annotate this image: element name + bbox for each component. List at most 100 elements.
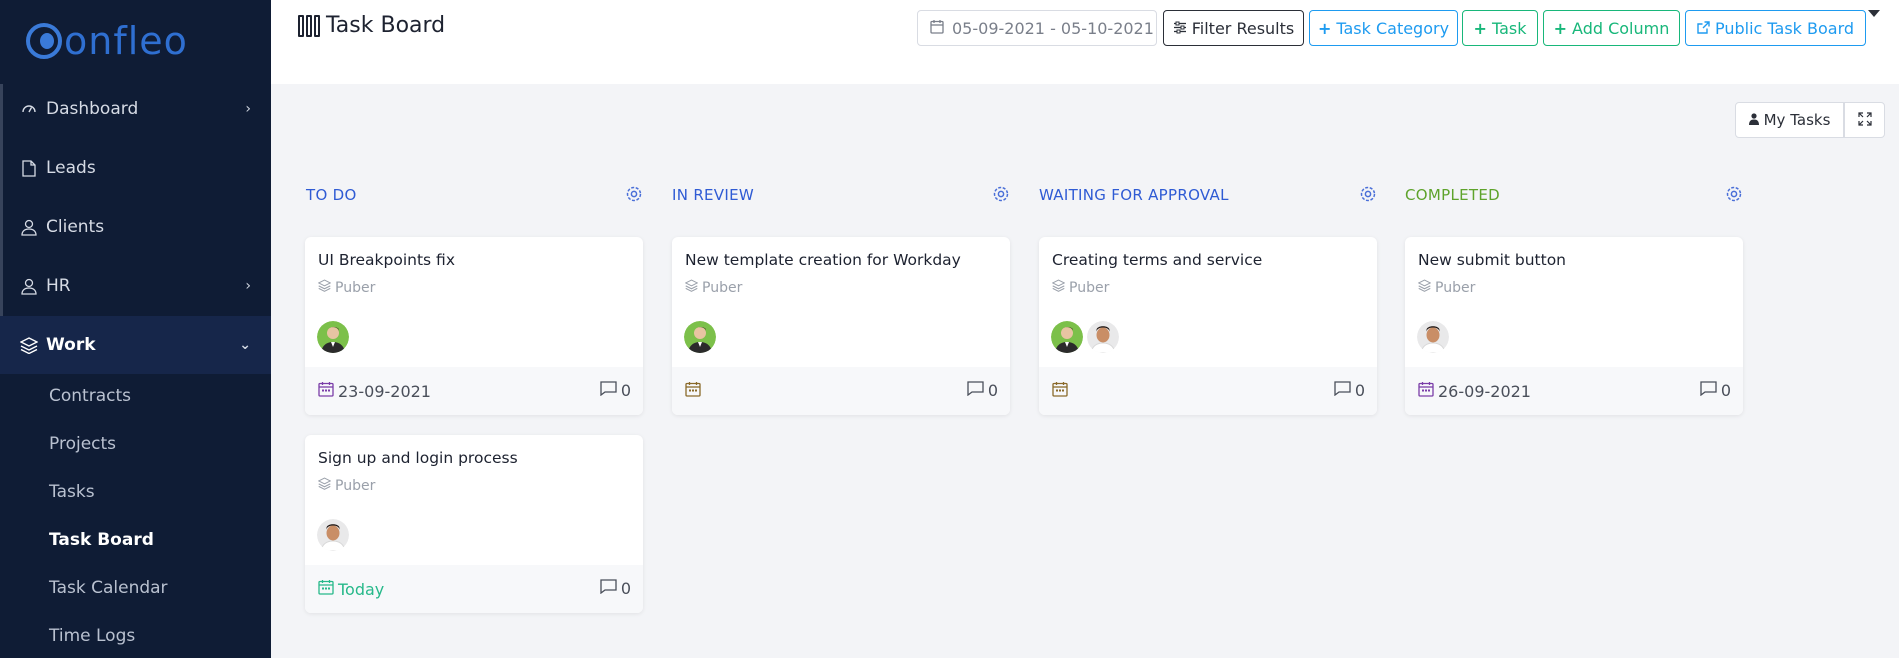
sidebar-item-label: Dashboard xyxy=(46,99,139,119)
task-title: Creating terms and service xyxy=(1052,251,1263,269)
task-title: New template creation for Workday xyxy=(685,251,961,269)
caret-down-icon[interactable] xyxy=(1868,10,1880,17)
filter-results-button[interactable]: Filter Results xyxy=(1163,10,1304,46)
sidebar-subitem-task-board[interactable]: Task Board xyxy=(49,530,154,550)
sidebar-subitem-tasks[interactable]: Tasks xyxy=(49,482,95,502)
comment-icon xyxy=(600,579,617,598)
task-comments[interactable]: 0 xyxy=(600,381,631,400)
task-card-footer: 23-09-2021 0 xyxy=(305,367,643,415)
logo-mark-icon xyxy=(26,23,62,59)
expand-icon xyxy=(1857,111,1872,130)
avatar[interactable] xyxy=(1087,321,1119,353)
sidebar-item-label: Work xyxy=(46,335,96,355)
comment-icon xyxy=(600,381,617,400)
filter-results-label: Filter Results xyxy=(1191,18,1295,38)
add-column-button[interactable]: + Add Column xyxy=(1543,10,1680,46)
brand-logo[interactable]: onfleo xyxy=(26,16,188,66)
avatar[interactable] xyxy=(1051,321,1083,353)
task-due-date xyxy=(685,381,705,401)
chevron-right-icon: › xyxy=(245,101,251,117)
avatar[interactable] xyxy=(684,321,716,353)
sidebar-subitem-time-logs[interactable]: Time Logs xyxy=(49,626,135,646)
fullscreen-button[interactable] xyxy=(1844,102,1885,138)
plus-icon: + xyxy=(1553,18,1568,38)
calendar-icon xyxy=(685,381,701,401)
task-category-label: Puber xyxy=(1069,279,1110,296)
public-task-board-button[interactable]: Public Task Board xyxy=(1685,10,1866,46)
task-comments[interactable]: 0 xyxy=(600,579,631,598)
my-tasks-button[interactable]: My Tasks xyxy=(1735,102,1844,138)
task-category-label: Puber xyxy=(335,477,376,494)
column-settings-gear-icon[interactable] xyxy=(1358,184,1378,204)
task-card[interactable]: Creating terms and service Puber 0 xyxy=(1039,237,1377,415)
task-category: Puber xyxy=(1051,279,1110,296)
comment-icon xyxy=(1334,381,1351,400)
add-task-category-button[interactable]: + Task Category xyxy=(1309,10,1458,46)
task-category-label: Puber xyxy=(335,279,376,296)
logo-text: onfleo xyxy=(64,19,188,63)
task-card[interactable]: Sign up and login process Puber Today 0 xyxy=(305,435,643,613)
avatar[interactable] xyxy=(317,321,349,353)
calendar-icon xyxy=(318,381,334,401)
layers-icon xyxy=(317,477,332,494)
task-comments[interactable]: 0 xyxy=(967,381,998,400)
task-category-label: Puber xyxy=(702,279,743,296)
task-due-date-value: 26-09-2021 xyxy=(1438,381,1531,401)
calendar-icon xyxy=(1052,381,1068,401)
add-column-label: Add Column xyxy=(1572,18,1670,38)
sidebar-item-leads[interactable]: Leads xyxy=(0,139,271,197)
layers-icon xyxy=(20,336,38,354)
sidebar-subitem-projects[interactable]: Projects xyxy=(49,434,116,454)
sliders-icon xyxy=(1173,19,1187,38)
task-card[interactable]: New submit button Puber 26-09-2021 0 xyxy=(1405,237,1743,415)
date-range-picker[interactable]: 05-09-2021 - 05-10-2021 xyxy=(917,10,1157,46)
add-task-button[interactable]: + Task xyxy=(1462,10,1538,46)
sidebar-subitem-task-calendar[interactable]: Task Calendar xyxy=(49,578,168,598)
user-icon xyxy=(20,277,38,295)
calendar-icon xyxy=(318,579,334,599)
sidebar-item-dashboard[interactable]: Dashboard › xyxy=(0,80,271,138)
task-comment-count: 0 xyxy=(1354,381,1365,400)
layers-icon xyxy=(684,279,699,296)
avatar[interactable] xyxy=(1417,321,1449,353)
task-title: Sign up and login process xyxy=(318,449,518,467)
comment-icon xyxy=(1700,381,1717,400)
plus-icon: + xyxy=(1473,18,1487,38)
task-card-footer: 26-09-2021 0 xyxy=(1405,367,1743,415)
my-tasks-label: My Tasks xyxy=(1763,111,1831,129)
task-card[interactable]: New template creation for Workday Puber … xyxy=(672,237,1010,415)
task-category: Puber xyxy=(317,279,376,296)
columns-icon xyxy=(298,14,320,37)
task-comment-count: 0 xyxy=(987,381,998,400)
user-icon xyxy=(1748,111,1759,129)
sidebar-item-label: Leads xyxy=(46,158,96,178)
task-comment-count: 0 xyxy=(620,579,631,598)
page-title: Task Board xyxy=(298,13,445,38)
sidebar-subitem-contracts[interactable]: Contracts xyxy=(49,386,131,406)
sidebar-item-clients[interactable]: Clients xyxy=(0,198,271,256)
column-settings-gear-icon[interactable] xyxy=(991,184,1011,204)
layers-icon xyxy=(1051,279,1066,296)
column-title-waiting-for-approval: WAITING FOR APPROVAL xyxy=(1039,186,1229,204)
sidebar-item-hr[interactable]: HR › xyxy=(0,257,271,315)
task-category-label: Puber xyxy=(1435,279,1476,296)
task-comments[interactable]: 0 xyxy=(1700,381,1731,400)
task-category: Puber xyxy=(1417,279,1476,296)
task-card[interactable]: UI Breakpoints fix Puber 23-09-2021 0 xyxy=(305,237,643,415)
column-settings-gear-icon[interactable] xyxy=(624,184,644,204)
sidebar-item-label: HR xyxy=(46,276,71,296)
avatar[interactable] xyxy=(317,519,349,551)
task-title: UI Breakpoints fix xyxy=(318,251,455,269)
document-icon xyxy=(20,159,38,177)
task-due-date-value: 23-09-2021 xyxy=(338,381,431,401)
task-card-footer: Today 0 xyxy=(305,565,643,613)
column-title-todo: TO DO xyxy=(306,186,357,204)
task-due-date: 26-09-2021 xyxy=(1418,381,1531,401)
task-category-label: Task Category xyxy=(1336,18,1450,38)
column-settings-gear-icon[interactable] xyxy=(1724,184,1744,204)
task-comment-count: 0 xyxy=(620,381,631,400)
sidebar-item-work[interactable]: Work ⌄ xyxy=(0,316,271,374)
task-category: Puber xyxy=(684,279,743,296)
plus-icon: + xyxy=(1317,18,1332,38)
task-comments[interactable]: 0 xyxy=(1334,381,1365,400)
